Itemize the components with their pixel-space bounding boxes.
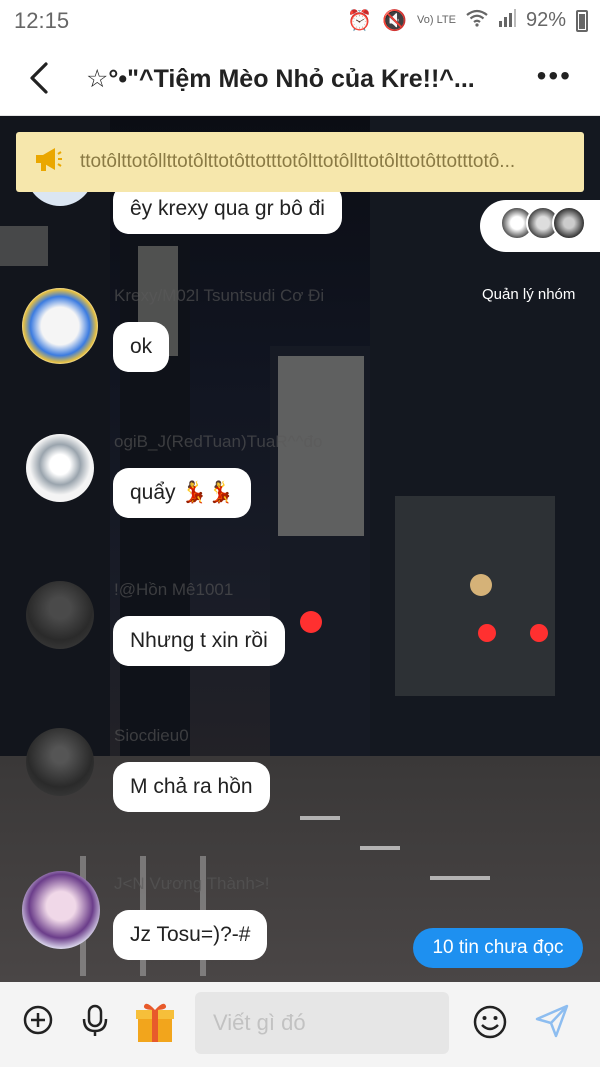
member-avatar [552,206,586,240]
mute-icon: 🔇 [382,10,408,32]
message-bubble[interactable]: ok [113,322,170,372]
back-icon[interactable] [24,58,58,98]
admin-label[interactable]: Quản lý nhóm [482,286,575,303]
online-members[interactable] [480,200,600,252]
message-bubble[interactable]: quẩy 💃💃 [113,468,251,518]
sender-name: Krexy/M02l Tsuntsudi Cơ Đi [114,286,325,305]
message-input[interactable] [195,992,449,1054]
sender-name: J<N Vương Thành>! [114,874,270,893]
megaphone-icon [16,146,80,179]
chat-header: ☆°•"^Tiệm Mèo Nhỏ của Kre!!^... ••• [0,42,600,116]
avatar[interactable] [22,288,98,364]
emoji-icon[interactable] [472,1004,508,1045]
avatar[interactable] [26,581,94,649]
add-icon[interactable] [22,1004,54,1041]
battery-percent: 92% [525,9,566,31]
input-bar [0,982,600,1067]
sender-name: !@Hồn Mê1001 [114,580,234,599]
more-icon[interactable]: ••• [537,60,572,92]
sender-name: ogiB_J(RedTuan)TuaR^^đo [114,432,323,451]
network-label: Vo) LTE [417,14,456,26]
status-icons: ⏰ 🔇 Vo) LTE 92% [347,8,588,33]
status-time: 12:15 [14,8,70,33]
battery-icon [576,9,588,32]
chat-title[interactable]: ☆°•"^Tiệm Mèo Nhỏ của Kre!!^... [86,64,516,94]
avatar[interactable] [26,434,94,502]
unread-messages-button[interactable]: 10 tin chưa đọc [413,928,583,968]
send-icon[interactable] [534,1004,570,1043]
gift-icon[interactable] [134,1000,176,1049]
avatar[interactable] [22,871,100,949]
announcement-text: ttotôlttotôllttotôlttotôttotttotôlttotôl… [80,151,516,172]
message-bubble[interactable]: M chả ra hồn [113,762,270,812]
wifi-icon [466,9,488,33]
announcement-banner[interactable]: ttotôlttotôllttotôlttotôttotttotôlttotôl… [16,132,584,192]
signal-icon [498,8,516,33]
sender-name: Siocdieu0 [114,726,189,745]
status-bar: 12:15 ⏰ 🔇 Vo) LTE 92% [0,0,600,42]
mic-icon[interactable] [80,1004,110,1043]
avatar[interactable] [26,728,94,796]
chat-area[interactable]: ttotôlttotôllttotôlttotôttotttotôlttotôl… [0,116,600,982]
alarm-icon: ⏰ [347,10,373,32]
message-bubble[interactable]: Nhưng t xin rồi [113,616,285,666]
message-bubble[interactable]: Jz Tosu=)?-# [113,910,268,960]
